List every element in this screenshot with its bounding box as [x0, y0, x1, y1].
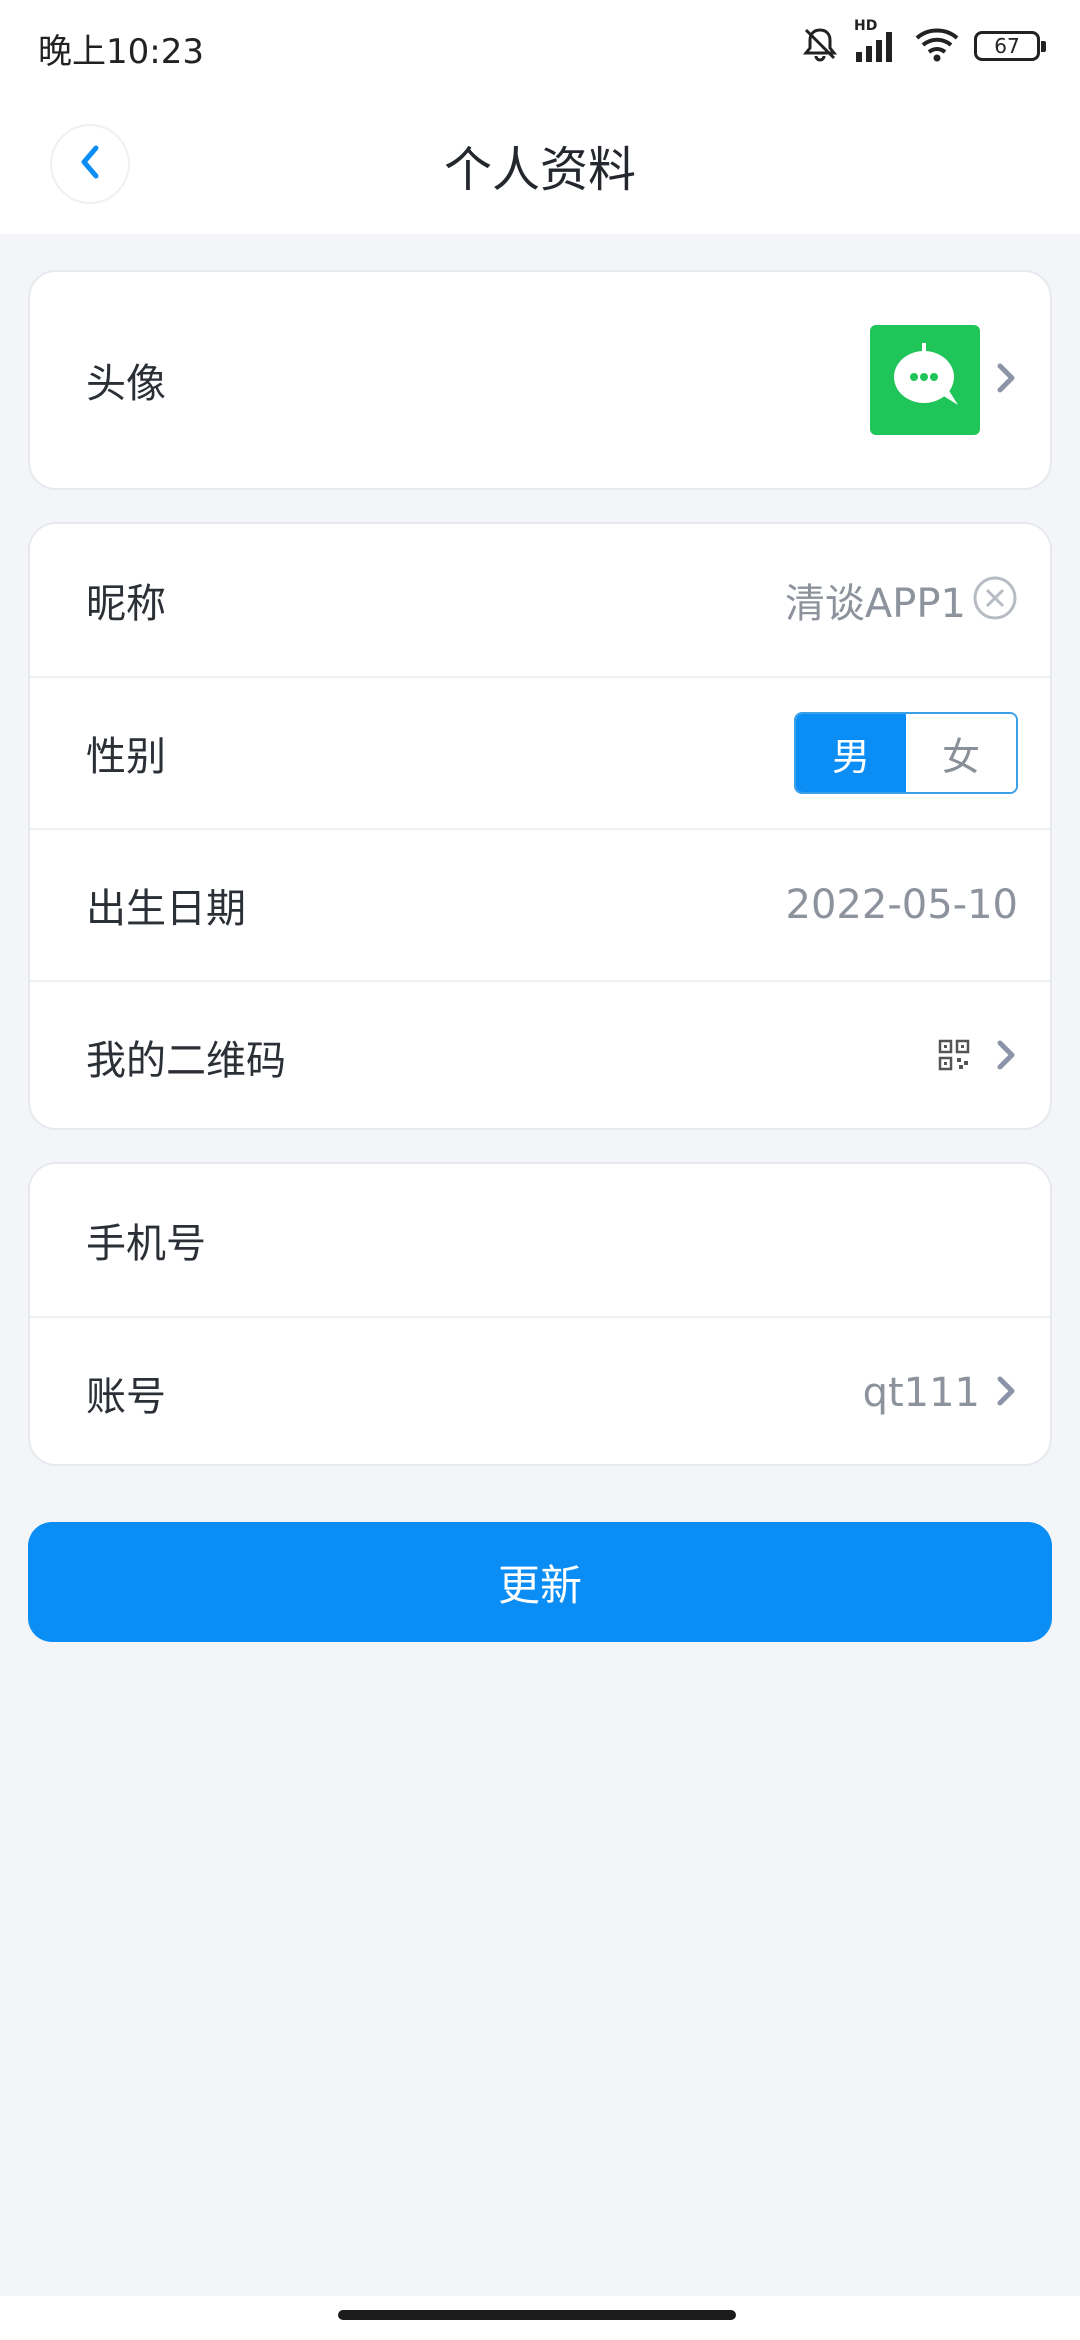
- qrcode-label: 我的二维码: [86, 1038, 286, 1084]
- qrcode-row[interactable]: 我的二维码: [30, 980, 1050, 1128]
- nickname-row: 昵称 清谈APP1: [30, 524, 1050, 676]
- page-title: 个人资料: [443, 142, 636, 198]
- status-bar: 晚上10:23 HD 67: [0, 0, 1080, 90]
- phone-label: 手机号: [86, 1221, 206, 1267]
- update-button[interactable]: 更新: [28, 1522, 1052, 1642]
- phone-row[interactable]: 手机号: [30, 1164, 1050, 1316]
- network-type-label: HD: [854, 18, 878, 34]
- avatar-card: 头像: [28, 270, 1052, 490]
- gender-row-right: 男 女: [794, 712, 1018, 794]
- account-row-right: qt111: [863, 1370, 1018, 1416]
- gender-row: 性别 男 女: [30, 676, 1050, 828]
- qr-code-icon: [938, 1039, 970, 1075]
- gender-toggle: 男 女: [794, 712, 1018, 794]
- avatar-row-right: [870, 325, 1018, 435]
- qrcode-row-right: [938, 1035, 1018, 1079]
- wifi-icon: [914, 24, 960, 68]
- avatar[interactable]: [870, 325, 980, 435]
- nav-bar: 个人资料: [0, 90, 1080, 234]
- home-indicator: [0, 2296, 1080, 2340]
- avatar-label: 头像: [86, 361, 166, 407]
- chat-bubble-logo-icon: [882, 335, 968, 425]
- basic-info-card: 昵称 清谈APP1 性别 男 女 出生日期 2022-05-10 我的二维码: [28, 522, 1052, 1130]
- status-time: 晚上10:23: [38, 32, 204, 72]
- status-icons: HD 67: [800, 18, 1046, 68]
- account-card: 手机号 账号 qt111: [28, 1162, 1052, 1466]
- birthdate-row[interactable]: 出生日期 2022-05-10: [30, 828, 1050, 980]
- account-value: qt111: [862, 1370, 980, 1416]
- chevron-right-icon: [994, 358, 1018, 402]
- battery-level: 67: [994, 34, 1020, 58]
- chevron-right-icon: [994, 1371, 1018, 1415]
- mute-bell-icon: [800, 24, 840, 68]
- gender-male-option[interactable]: 男: [796, 714, 906, 792]
- nickname-label: 昵称: [86, 581, 166, 627]
- birthdate-label: 出生日期: [86, 886, 246, 932]
- nickname-input[interactable]: 清谈APP1: [785, 571, 966, 629]
- gender-label: 性别: [86, 734, 166, 780]
- signal-icon: HD: [854, 18, 900, 68]
- chevron-right-icon: [994, 1035, 1018, 1079]
- birthdate-value[interactable]: 2022-05-10: [786, 882, 1018, 928]
- nickname-row-right: 清谈APP1: [785, 571, 1018, 629]
- avatar-row[interactable]: 头像: [30, 272, 1050, 488]
- account-label: 账号: [86, 1374, 166, 1420]
- account-row[interactable]: 账号 qt111: [30, 1316, 1050, 1464]
- clear-icon[interactable]: [972, 575, 1018, 625]
- home-bar[interactable]: [338, 2310, 736, 2320]
- battery-icon: 67: [974, 31, 1046, 61]
- birthdate-row-right: 2022-05-10: [786, 882, 1018, 928]
- gender-female-option[interactable]: 女: [906, 714, 1016, 792]
